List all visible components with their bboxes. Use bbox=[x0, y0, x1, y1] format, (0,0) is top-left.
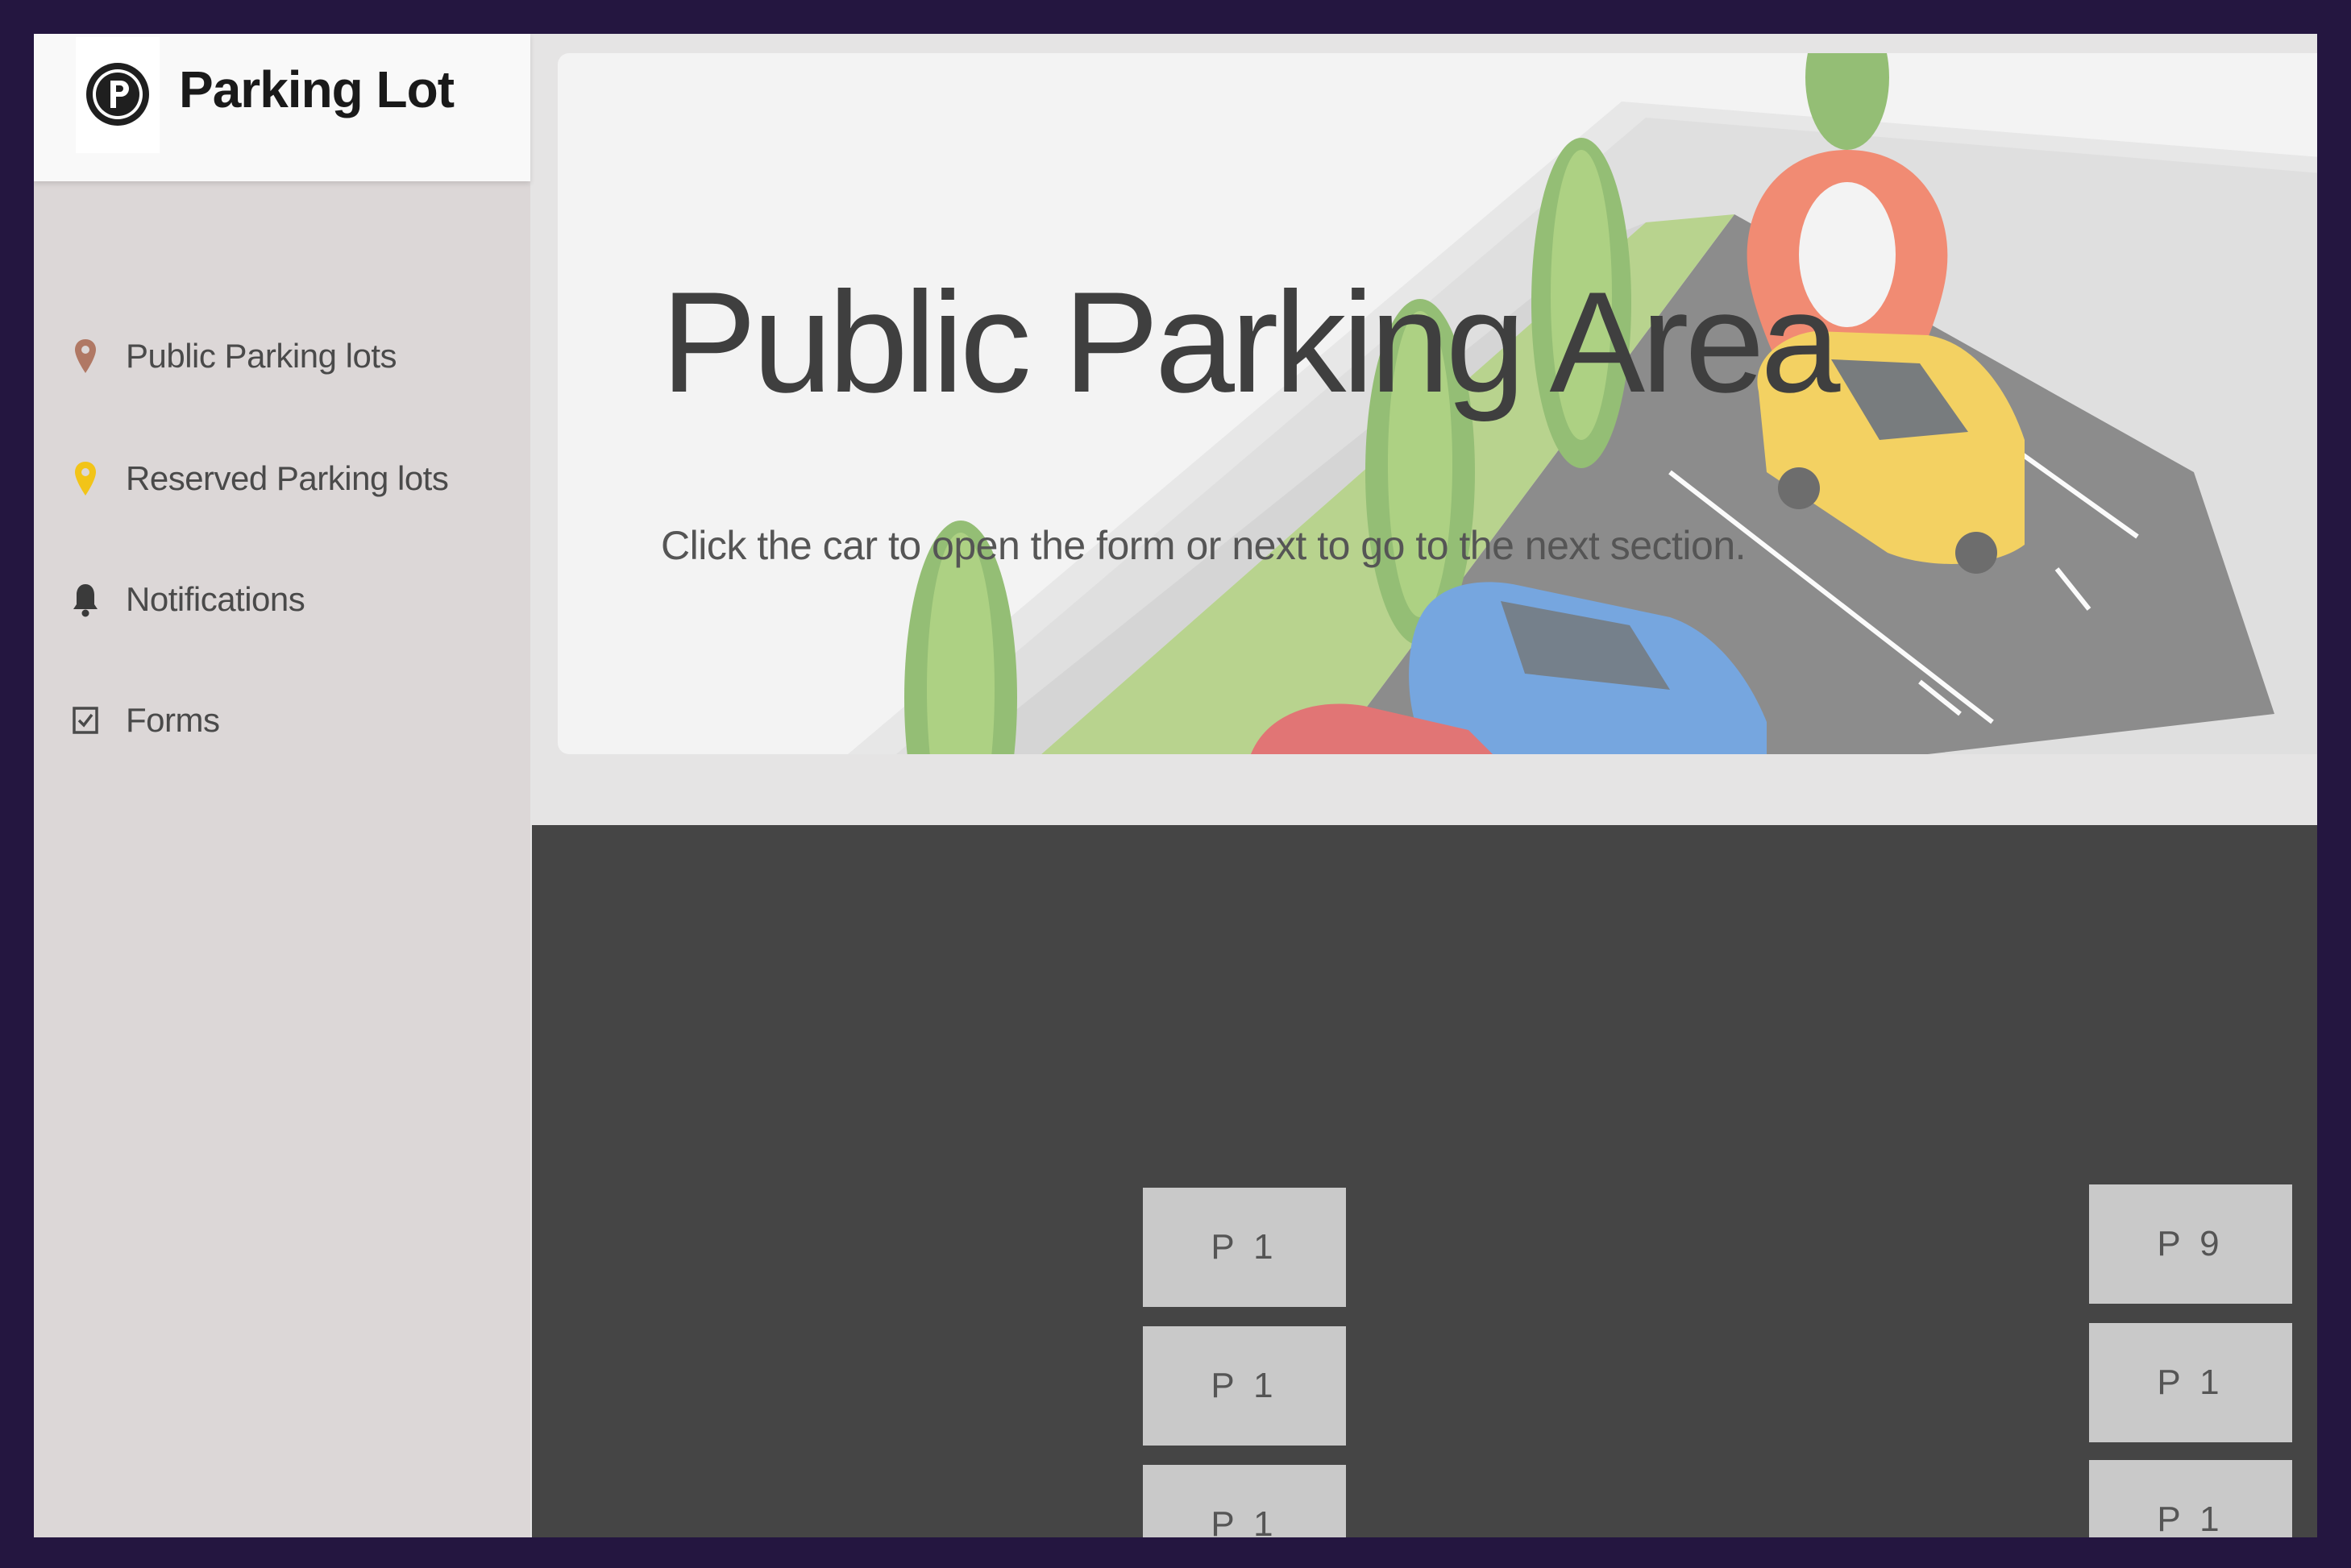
brand-header: Parking Lot bbox=[34, 34, 530, 181]
checkbox-icon bbox=[69, 701, 102, 740]
sidebar-item-label: Notifications bbox=[126, 580, 305, 618]
parking-slot[interactable]: P 1 bbox=[2089, 1323, 2292, 1442]
app-frame: Parking Lot Public Parking lots Reserved… bbox=[34, 34, 2317, 1537]
map-pin-icon bbox=[69, 337, 102, 375]
sidebar-item-label: Reserved Parking lots bbox=[126, 459, 449, 497]
map-pin-icon bbox=[69, 459, 102, 498]
hero-banner: Public Parking Area Click the car to ope… bbox=[558, 53, 2317, 754]
parking-slot[interactable]: P 1 bbox=[1143, 1326, 1346, 1446]
sidebar-item-forms[interactable]: Forms bbox=[69, 688, 505, 753]
sidebar-item-notifications[interactable]: Notifications bbox=[69, 567, 505, 632]
bell-icon bbox=[69, 580, 102, 619]
parking-slot[interactable]: P 1 bbox=[1143, 1465, 1346, 1537]
sidebar: Parking Lot Public Parking lots Reserved… bbox=[34, 34, 530, 1537]
parking-slot[interactable]: P 1 bbox=[2089, 1460, 2292, 1537]
parking-slot[interactable]: P 9 bbox=[2089, 1184, 2292, 1304]
hero-subtitle: Click the car to open the form or next t… bbox=[661, 523, 1747, 568]
sidebar-item-label: Forms bbox=[126, 701, 220, 739]
sidebar-item-reserved-parking-lots[interactable]: Reserved Parking lots bbox=[69, 446, 505, 511]
sidebar-item-public-parking-lots[interactable]: Public Parking lots bbox=[69, 324, 505, 388]
sidebar-item-label: Public Parking lots bbox=[126, 337, 397, 375]
parking-slot[interactable]: P 1 bbox=[1143, 1188, 1346, 1307]
app-title: Parking Lot bbox=[179, 60, 455, 118]
logo-container[interactable] bbox=[76, 37, 160, 153]
parking-lot-area: P 1 P 1 P 1 P 9 P 1 P 1 bbox=[532, 825, 2317, 1537]
parking-logo-icon bbox=[86, 63, 149, 126]
page-title: Public Parking Area bbox=[661, 262, 1840, 422]
